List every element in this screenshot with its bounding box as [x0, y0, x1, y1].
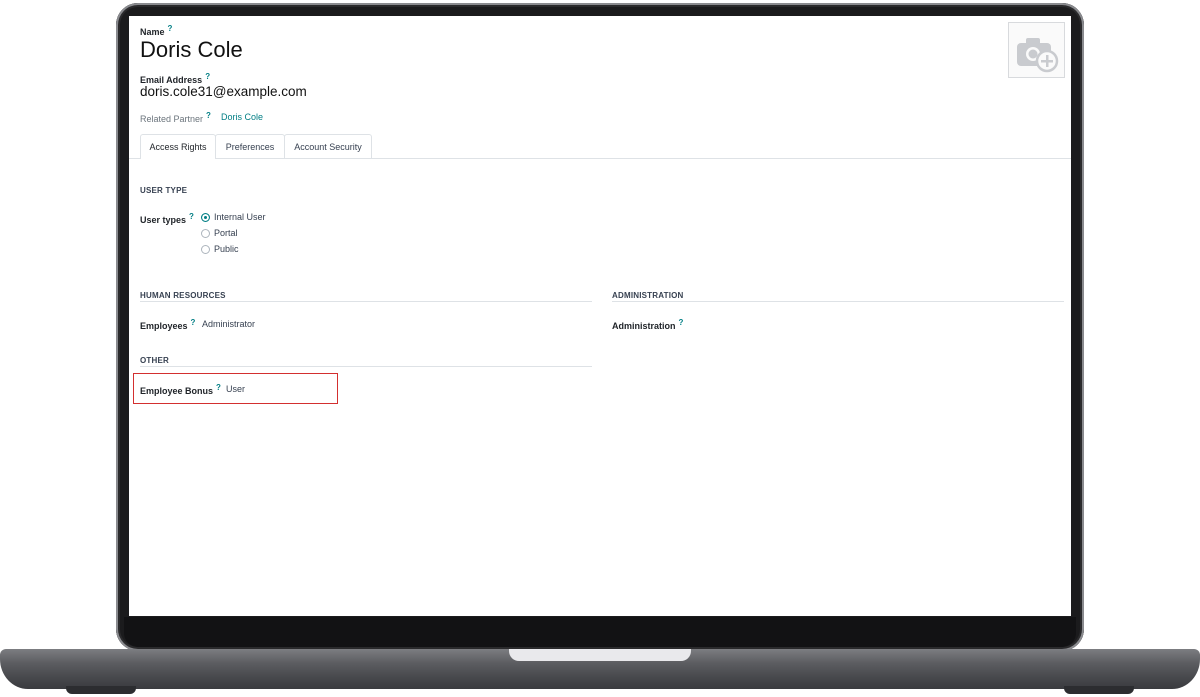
tab-access-rights[interactable]: Access Rights [140, 134, 216, 159]
section-divider [140, 301, 592, 302]
name-label: Name? [140, 24, 173, 37]
laptop-foot-right [1064, 686, 1134, 694]
tabs-divider [129, 158, 1071, 159]
email-field[interactable]: doris.cole31@example.com [140, 84, 307, 99]
section-title-human-resources: HUMAN RESOURCES [140, 291, 226, 300]
avatar-upload[interactable] [1008, 22, 1065, 78]
radio-portal[interactable] [201, 229, 210, 238]
employees-select[interactable]: Administrator [202, 319, 255, 329]
help-icon[interactable]: ? [189, 212, 194, 221]
help-icon[interactable]: ? [205, 72, 210, 81]
help-icon[interactable]: ? [679, 318, 684, 327]
help-icon[interactable]: ? [206, 111, 211, 120]
help-icon[interactable]: ? [168, 24, 173, 33]
camera-plus-icon [1017, 38, 1059, 73]
related-partner-label: Related Partner? [140, 111, 211, 124]
section-divider [612, 301, 1064, 302]
laptop-notch [509, 649, 691, 661]
radio-public-label[interactable]: Public [214, 244, 239, 254]
radio-portal-label[interactable]: Portal [214, 228, 238, 238]
app-screen: Name? Doris Cole Email Address? doris.co… [129, 16, 1071, 616]
user-types-label: User types? [140, 212, 194, 225]
administration-label: Administration? [612, 318, 684, 331]
highlight-box [133, 373, 338, 404]
radio-internal-user[interactable] [201, 213, 210, 222]
employees-label: Employees? [140, 318, 196, 331]
radio-public[interactable] [201, 245, 210, 254]
tab-preferences[interactable]: Preferences [215, 134, 285, 158]
help-icon[interactable]: ? [191, 318, 196, 327]
section-title-user-type: USER TYPE [140, 186, 188, 195]
section-title-other: OTHER [140, 356, 169, 365]
section-divider [140, 366, 592, 367]
laptop-bezel [124, 617, 1076, 647]
radio-internal-user-label[interactable]: Internal User [214, 212, 266, 222]
laptop-foot-left [66, 686, 136, 694]
tab-account-security[interactable]: Account Security [284, 134, 372, 158]
section-title-administration: ADMINISTRATION [612, 291, 684, 300]
related-partner-link[interactable]: Doris Cole [221, 112, 263, 122]
name-field[interactable]: Doris Cole [140, 37, 243, 63]
